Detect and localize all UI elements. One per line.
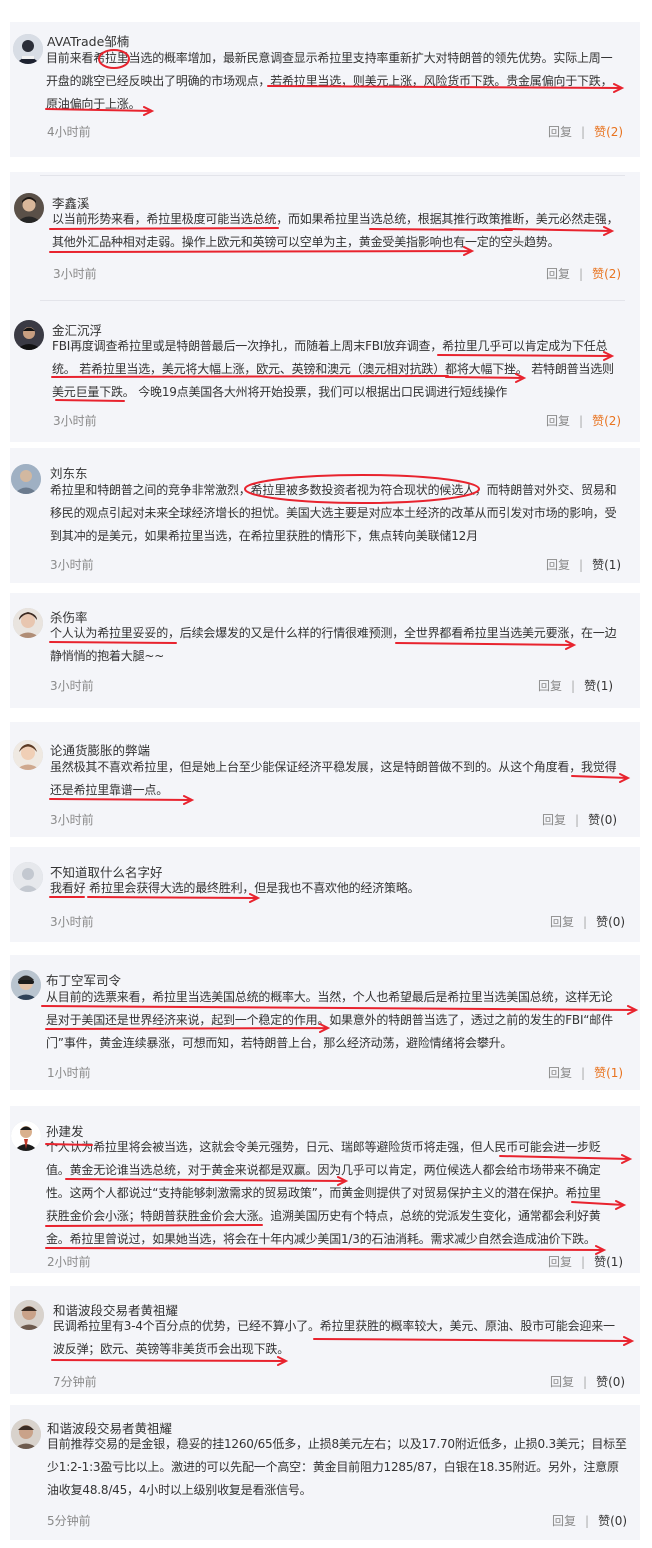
comment-line: 获胜金价会小涨；特朗普获胜金价会大涨。追溯美国历史有个特点，总统的党派发生变化，…	[46, 1209, 601, 1223]
reply-button[interactable]: 回复	[552, 1514, 576, 1528]
comment-line: 我看好 希拉里会获得大选的最终胜利，但是我也不喜欢他的经济策略。	[50, 881, 420, 895]
comment-line: 油收复48.8/45，4小时以上级别收复是看涨信号。	[47, 1483, 312, 1497]
comment-time: 5分钟前	[47, 1514, 91, 1528]
comment-line: 原油偏向于上涨。	[46, 97, 141, 111]
comment-line: 移民的观点引起对未来全球经济增长的担忧。美国大选主要是对应本土经济的改革从而引发…	[50, 506, 617, 520]
comment-content: 以当前形势来看，希拉里极度可能当选总统，而如果希拉里当选总统，根据其推行政策推断…	[52, 208, 619, 254]
avatar[interactable]	[14, 320, 44, 350]
comment-line: 虽然极其不喜欢希拉里，但是她上台至少能保证经济平稳发展，这是特朗普做不到的。从这…	[50, 760, 617, 774]
avatar[interactable]	[13, 740, 43, 770]
comment-time: 1小时前	[47, 1066, 91, 1080]
comment-line: 开盘的跳空已经反映出了明确的市场观点，若希拉里当选，则美元上涨，风险货币下跌。贵…	[46, 74, 613, 88]
like-button[interactable]: 赞(0)	[596, 1375, 625, 1389]
comment-line: 目前推荐交易的是金银，稳妥的挂1260/65低多，止损8美元左右；以及17.70…	[47, 1437, 627, 1451]
like-button[interactable]: 赞(0)	[598, 1514, 627, 1528]
comment-time: 3小时前	[53, 267, 97, 281]
like-button[interactable]: 赞(2)	[594, 125, 623, 139]
like-button[interactable]: 赞(0)	[588, 813, 617, 827]
like-button[interactable]: 赞(1)	[594, 1066, 623, 1080]
comment-line: 静悄悄的抱着大腿~~	[50, 649, 165, 663]
like-button[interactable]: 赞(0)	[596, 915, 625, 929]
comment-line: 门”事件，黄金连续暴涨，可想而知，若特朗普上台，那么经济动荡，避险情绪将会攀升。	[46, 1036, 513, 1050]
comment-actions: 回复 | 赞(0)	[550, 1375, 626, 1389]
comment-time: 4小时前	[47, 125, 91, 139]
comment-line: 少1:2-1:3盈亏比以上。激进的可以先配一个高空：黄金目前阻力1285/87，…	[47, 1460, 619, 1474]
comment-line: 美元巨量下跌。 今晚19点美国各大州将开始投票，我们可以根据出口民调进行短线操作	[52, 385, 508, 399]
comment-line: 波反弹；欧元、英镑等非美货币会出现下跌。	[53, 1342, 290, 1356]
comment-content: 目前来看希拉里当选的概率增加，最新民意调查显示希拉里支持率重新扩大对特朗普的领先…	[46, 47, 613, 116]
comment-actions: 回复 | 赞(1)	[548, 1255, 624, 1269]
comment-content: 从目前的选票来看，希拉里当选美国总统的概率大。当然，个人也希望最后是希拉里当选美…	[46, 986, 613, 1055]
avatar[interactable]	[14, 1300, 44, 1330]
divider	[40, 300, 625, 301]
reply-button[interactable]: 回复	[548, 1255, 572, 1269]
comment-content: 个人认为希拉里将会被当选，这就会令美元强势，日元、瑞郎等避险货币将走强，但人民币…	[46, 1136, 601, 1251]
reply-button[interactable]: 回复	[550, 1375, 574, 1389]
reply-button[interactable]: 回复	[538, 679, 562, 693]
reply-button[interactable]: 回复	[548, 1066, 572, 1080]
comment-line: 从目前的选票来看，希拉里当选美国总统的概率大。当然，个人也希望最后是希拉里当选美…	[46, 990, 613, 1004]
comment-actions: 回复 | 赞(2)	[546, 414, 622, 428]
comment-time: 3小时前	[50, 915, 94, 929]
like-button[interactable]: 赞(2)	[592, 267, 621, 281]
comment-actions: 回复 | 赞(2)	[546, 267, 622, 281]
avatar[interactable]	[13, 862, 43, 892]
reply-button[interactable]: 回复	[546, 267, 570, 281]
comment-line: 到其冲的是美元，如果希拉里当选，在希拉里获胜的情形下，焦点转向美联储12月	[50, 529, 478, 543]
comment-line: 其他外汇品种相对走弱。操作上欧元和英镑可以空单为主，黄金受美指影响也有一定的空头…	[52, 235, 560, 249]
divider	[40, 175, 625, 176]
like-button[interactable]: 赞(1)	[584, 679, 613, 693]
comment-line: 统。 若希拉里当选，美元将大幅上涨，欧元、英镑和澳元（澳元相对抗跌）都将大幅下挫…	[52, 362, 614, 376]
comment-actions: 回复 | 赞(1)	[548, 1066, 624, 1080]
reply-button[interactable]: 回复	[546, 414, 570, 428]
comment-line: 是对于美国还是世界经济来说，起到一个稳定的作用。如果意外的特朗普当选了，透过之前…	[46, 1013, 613, 1027]
comment-content: 希拉里和特朗普之间的竞争非常激烈，希拉里被多数投资者视为符合现状的候选人，而特朗…	[50, 479, 617, 548]
reply-button[interactable]: 回复	[550, 915, 574, 929]
like-button[interactable]: 赞(1)	[592, 558, 621, 572]
avatar[interactable]	[14, 193, 44, 223]
avatar[interactable]	[11, 464, 41, 494]
comment-line: FBI再度调查希拉里或是特朗普最后一次挣扎，而随着上周末FBI放弃调查，希拉里几…	[52, 339, 608, 353]
comment-line: 目前来看希拉里当选的概率增加，最新民意调查显示希拉里支持率重新扩大对特朗普的领先…	[46, 51, 613, 65]
comment-line: 金。希拉里曾说过，如果她当选，将会在十年内减少美国1/3的石油消耗。需求减少自然…	[46, 1232, 596, 1246]
comment-content: 目前推荐交易的是金银，稳妥的挂1260/65低多，止损8美元左右；以及17.70…	[47, 1433, 627, 1502]
reply-button[interactable]: 回复	[548, 125, 572, 139]
comment-line: 值。黄金无论谁当选总统，对于黄金来说都是双赢。因为几乎可以肯定，两位候选人都会给…	[46, 1163, 601, 1177]
comment-time: 3小时前	[50, 558, 94, 572]
avatar[interactable]	[11, 1121, 41, 1151]
comment-line: 性。这两个人都说过“支持能够刺激需求的贸易政策”，而黄金则提供了对贸易保护主义的…	[46, 1186, 601, 1200]
like-button[interactable]: 赞(1)	[594, 1255, 623, 1269]
avatar[interactable]	[11, 1419, 41, 1449]
comment-actions: 回复 | 赞(0)	[550, 915, 626, 929]
comment-actions: 回复 | 赞(1)	[538, 679, 614, 693]
comment-content: 虽然极其不喜欢希拉里，但是她上台至少能保证经济平稳发展，这是特朗普做不到的。从这…	[50, 756, 617, 802]
like-button[interactable]: 赞(2)	[592, 414, 621, 428]
comment-actions: 回复 | 赞(0)	[542, 813, 618, 827]
comment-time: 3小时前	[50, 679, 94, 693]
comment-actions: 回复 | 赞(2)	[548, 125, 624, 139]
comment-line: 个人认为希拉里将会被当选，这就会令美元强势，日元、瑞郎等避险货币将走强，但人民币…	[46, 1140, 601, 1154]
comment-content: 个人认为希拉里妥妥的，后续会爆发的又是什么样的行情很难预测，全世界都看希拉里当选…	[50, 622, 617, 668]
reply-button[interactable]: 回复	[542, 813, 566, 827]
comment-actions: 回复 | 赞(0)	[552, 1514, 628, 1528]
comment-content: 民调希拉里有3-4个百分点的优势，已经不算小了。希拉里获胜的概率较大，美元、原油…	[53, 1315, 615, 1361]
comment-time: 7分钟前	[53, 1375, 97, 1389]
avatar[interactable]	[13, 34, 43, 64]
comment-time: 3小时前	[50, 813, 94, 827]
comment-line: 以当前形势来看，希拉里极度可能当选总统，而如果希拉里当选总统，根据其推行政策推断…	[52, 212, 619, 226]
avatar[interactable]	[13, 608, 43, 638]
comment-line: 个人认为希拉里妥妥的，后续会爆发的又是什么样的行情很难预测，全世界都看希拉里当选…	[50, 626, 617, 640]
reply-button[interactable]: 回复	[546, 558, 570, 572]
comment-content: FBI再度调查希拉里或是特朗普最后一次挣扎，而随着上周末FBI放弃调查，希拉里几…	[52, 335, 614, 404]
avatar[interactable]	[11, 970, 41, 1000]
comment-line: 希拉里和特朗普之间的竞争非常激烈，希拉里被多数投资者视为符合现状的候选人，而特朗…	[50, 483, 617, 497]
comment-actions: 回复 | 赞(1)	[546, 558, 622, 572]
comment-line: 还是希拉里靠谱一点。	[50, 783, 169, 797]
comment-content: 我看好 希拉里会获得大选的最终胜利，但是我也不喜欢他的经济策略。	[50, 877, 420, 900]
comment-line: 民调希拉里有3-4个百分点的优势，已经不算小了。希拉里获胜的概率较大，美元、原油…	[53, 1319, 615, 1333]
comment-time: 2小时前	[47, 1255, 91, 1269]
comment-time: 3小时前	[53, 414, 97, 428]
